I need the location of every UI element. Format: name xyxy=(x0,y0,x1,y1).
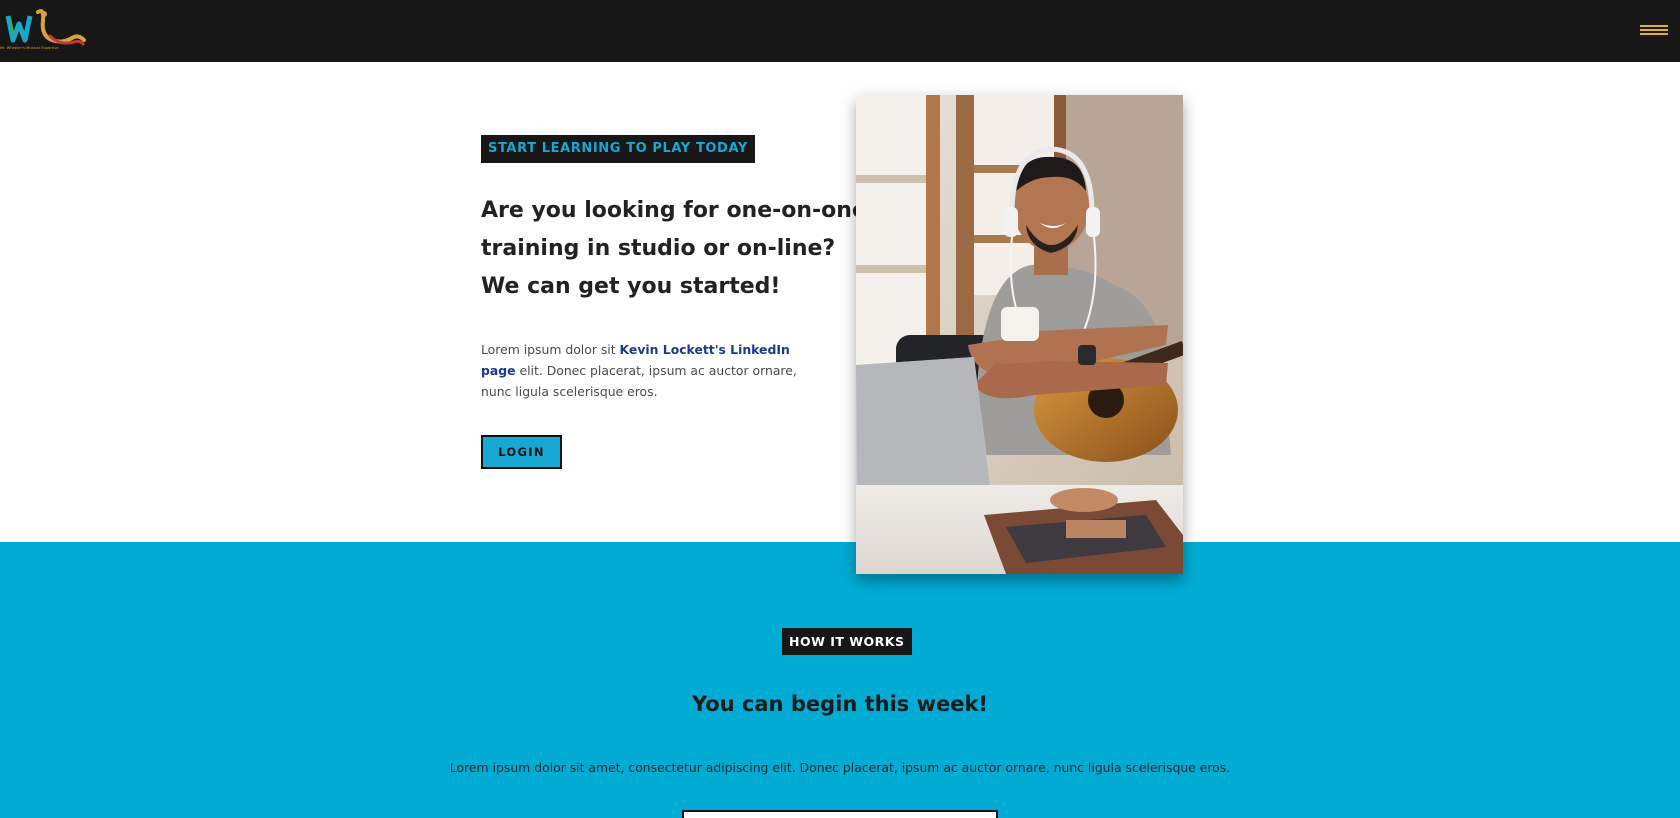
headline-line-3: We can get you started! xyxy=(481,274,781,299)
logo-caption: Mr. Wheeler's Musical Expertise xyxy=(0,46,59,50)
how-it-works-section: HOW IT WORKS You can begin this week! Lo… xyxy=(0,542,1680,818)
hamburger-menu-icon[interactable] xyxy=(1640,25,1668,37)
how-it-works-badge: HOW IT WORKS xyxy=(782,628,912,655)
hero-body-text-start: Lorem ipsum dolor sit xyxy=(481,342,620,357)
login-button[interactable]: LOGIN xyxy=(481,435,562,469)
hero-section: START LEARNING TO PLAY TODAY Are you loo… xyxy=(0,62,1680,542)
headline-line-2: training in studio or on-line? xyxy=(481,236,836,261)
brand-logo[interactable]: Mr. Wheeler's Musical Expertise xyxy=(0,6,90,56)
how-it-works-button[interactable] xyxy=(682,810,998,818)
hero-photo xyxy=(856,95,1183,574)
top-navigation-bar: Mr. Wheeler's Musical Expertise xyxy=(0,0,1680,62)
how-it-works-description: Lorem ipsum dolor sit amet, consectetur … xyxy=(449,760,1231,775)
how-it-works-title: You can begin this week! xyxy=(691,692,989,716)
musician-photo-image xyxy=(856,95,1183,574)
hero-headline: Are you looking for one-on-one training … xyxy=(481,192,867,306)
hero-body-text-end: elit. Donec placerat, ipsum ac auctor or… xyxy=(481,363,797,399)
headline-line-1: Are you looking for one-on-one xyxy=(481,198,867,223)
hero-description: Lorem ipsum dolor sit Kevin Lockett's Li… xyxy=(481,339,821,402)
hero-eyebrow-badge: START LEARNING TO PLAY TODAY xyxy=(481,135,755,163)
